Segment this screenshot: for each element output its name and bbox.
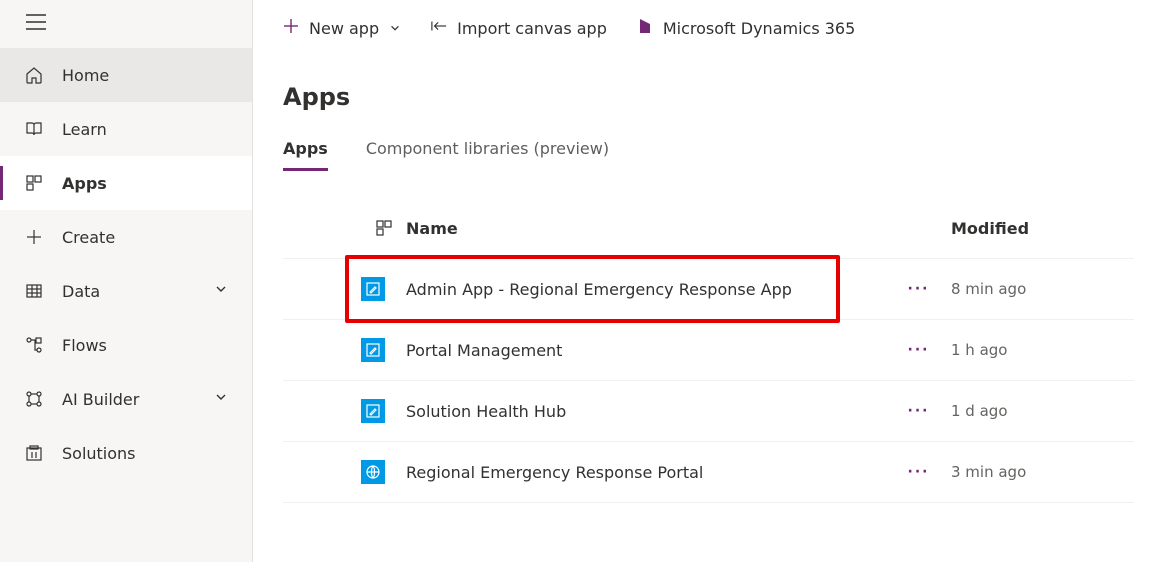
more-button[interactable]: ··· (886, 403, 951, 419)
chevron-down-icon (214, 282, 228, 300)
tab-component-libraries[interactable]: Component libraries (preview) (366, 139, 609, 171)
chevron-down-icon (214, 390, 228, 408)
app-row[interactable]: Admin App - Regional Emergency Response … (283, 259, 1134, 320)
nav-item-data[interactable]: Data (0, 264, 252, 318)
app-name: Admin App - Regional Emergency Response … (406, 280, 886, 299)
left-nav: Home Learn Apps Create Data Flows (0, 0, 253, 562)
create-icon (24, 227, 44, 247)
chevron-down-icon (389, 19, 401, 38)
model-app-icon (361, 399, 385, 423)
plus-icon (283, 18, 299, 38)
nav-item-home[interactable]: Home (0, 48, 252, 102)
app-name: Regional Emergency Response Portal (406, 463, 886, 482)
app-modified: 1 d ago (951, 402, 1134, 420)
more-button[interactable]: ··· (886, 464, 951, 480)
nav-item-label: Data (62, 282, 100, 301)
command-bar: New app Import canvas app Microsoft Dyna… (253, 0, 1164, 57)
portal-app-icon (361, 460, 385, 484)
more-button[interactable]: ··· (886, 342, 951, 358)
learn-icon (24, 119, 44, 139)
home-icon (24, 65, 44, 85)
main-area: New app Import canvas app Microsoft Dyna… (253, 0, 1164, 562)
import-icon (431, 18, 447, 38)
nav-item-label: Create (62, 228, 115, 247)
dynamics-365-button[interactable]: Microsoft Dynamics 365 (637, 18, 855, 38)
new-app-label: New app (309, 19, 379, 38)
apps-column-icon (361, 219, 406, 237)
apps-icon (24, 173, 44, 193)
nav-item-flows[interactable]: Flows (0, 318, 252, 372)
nav-item-ai-builder[interactable]: AI Builder (0, 372, 252, 426)
app-modified: 3 min ago (951, 463, 1134, 481)
page-title: Apps (283, 83, 1134, 111)
nav-item-learn[interactable]: Learn (0, 102, 252, 156)
model-app-icon (361, 338, 385, 362)
nav-item-label: Solutions (62, 444, 136, 463)
app-row[interactable]: Regional Emergency Response Portal ··· 3… (283, 442, 1134, 503)
table-header: Name Modified (283, 198, 1134, 259)
more-button[interactable]: ··· (886, 281, 951, 297)
dynamics-label: Microsoft Dynamics 365 (663, 19, 855, 38)
app-name: Portal Management (406, 341, 886, 360)
nav-item-label: Flows (62, 336, 107, 355)
hamburger-button[interactable] (0, 0, 252, 48)
nav-item-apps[interactable]: Apps (0, 156, 252, 210)
tabs: Apps Component libraries (preview) (283, 139, 1134, 172)
model-app-icon (361, 277, 385, 301)
column-name[interactable]: Name (406, 219, 886, 238)
new-app-button[interactable]: New app (283, 18, 401, 38)
app-modified: 1 h ago (951, 341, 1134, 359)
solutions-icon (24, 443, 44, 463)
nav-item-label: AI Builder (62, 390, 139, 409)
app-modified: 8 min ago (951, 280, 1134, 298)
import-canvas-label: Import canvas app (457, 19, 607, 38)
ai-builder-icon (24, 389, 44, 409)
nav-item-create[interactable]: Create (0, 210, 252, 264)
tab-apps[interactable]: Apps (283, 139, 328, 171)
app-row[interactable]: Solution Health Hub ··· 1 d ago (283, 381, 1134, 442)
apps-table: Name Modified Admin App - Regional Emerg… (283, 198, 1134, 503)
hamburger-icon (26, 14, 46, 34)
dynamics-icon (637, 18, 653, 38)
content: Apps Apps Component libraries (preview) … (253, 57, 1164, 562)
nav-item-label: Apps (62, 174, 107, 193)
nav-item-label: Learn (62, 120, 107, 139)
nav-item-label: Home (62, 66, 109, 85)
import-canvas-button[interactable]: Import canvas app (431, 18, 607, 38)
flows-icon (24, 335, 44, 355)
data-icon (24, 281, 44, 301)
nav-item-solutions[interactable]: Solutions (0, 426, 252, 480)
column-modified[interactable]: Modified (951, 219, 1134, 238)
app-name: Solution Health Hub (406, 402, 886, 421)
app-row[interactable]: Portal Management ··· 1 h ago (283, 320, 1134, 381)
